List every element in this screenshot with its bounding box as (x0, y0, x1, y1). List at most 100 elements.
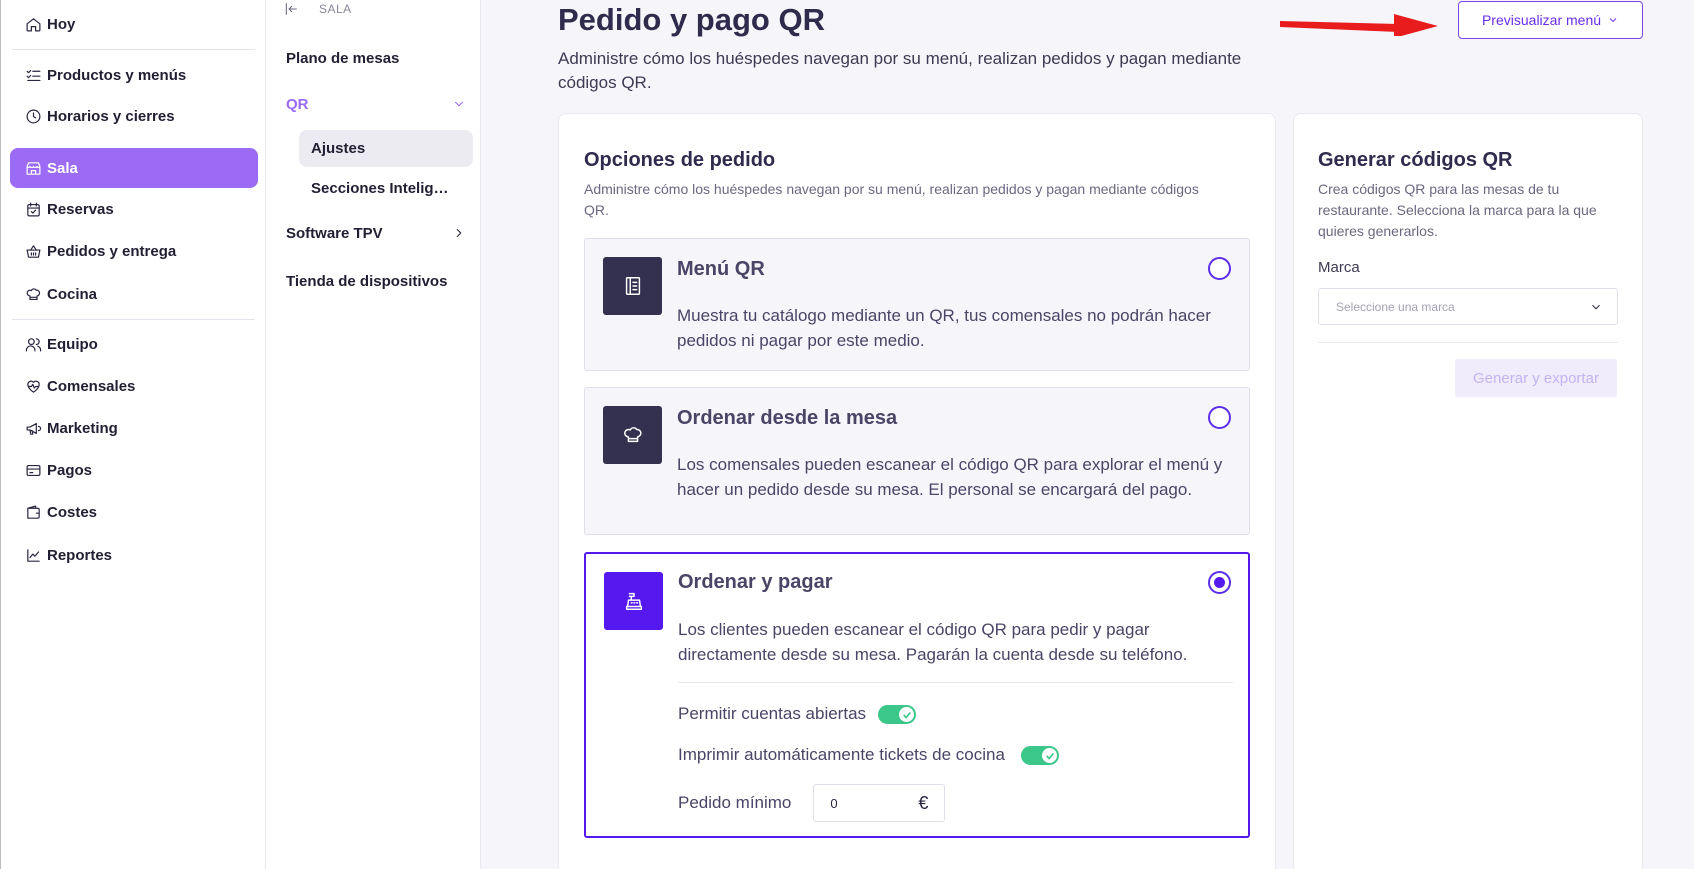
subnav-item-tienda[interactable]: Tienda de dispositivos (286, 264, 466, 298)
subnav-item-label: QR (286, 95, 309, 113)
option-radio-menu-qr[interactable] (1208, 257, 1231, 280)
cash-register-icon (604, 572, 663, 630)
sidebar-item-label: Costes (47, 503, 98, 521)
home-icon (23, 14, 43, 34)
main-sidebar: Hoy Productos y menús Horarios y cierres… (0, 0, 266, 869)
sidebar-item-label: Sala (47, 159, 78, 177)
subnav-item-software-tpv[interactable]: Software TPV (286, 216, 466, 250)
collapse-sidebar-icon[interactable] (283, 1, 299, 17)
sidebar-item-hoy[interactable]: Hoy (10, 4, 258, 44)
subnav-item-label: Secciones Inteligentes (311, 180, 453, 197)
open-accounts-row: Permitir cuentas abiertas (678, 704, 917, 724)
subnav-item-label: Software TPV (286, 224, 383, 242)
sidebar-item-comensales[interactable]: Comensales (10, 366, 258, 406)
chart-line-icon (23, 545, 43, 565)
sidebar-item-cocina[interactable]: Cocina (10, 274, 258, 314)
sidebar-item-productos[interactable]: Productos y menús (10, 55, 258, 95)
chevron-down-icon (454, 101, 464, 107)
currency-symbol: € (918, 792, 929, 813)
sidebar-item-label: Horarios y cierres (47, 107, 175, 125)
sidebar-item-label: Pagos (47, 461, 93, 479)
sidebar-item-label: Comensales (47, 377, 136, 395)
subnav-section-label: SALA (319, 2, 352, 16)
menu-book-icon (603, 257, 662, 315)
chevron-down-icon (1609, 18, 1617, 23)
option-description: Los clientes pueden escanear el código Q… (678, 620, 1188, 664)
page-subtitle: Administre cómo los huéspedes navegan po… (558, 49, 1242, 92)
users-icon (23, 334, 43, 354)
annotation-arrow-icon (1280, 14, 1438, 36)
subnav-item-qr[interactable]: QR (286, 87, 466, 121)
sidebar-item-reservas[interactable]: Reservas (10, 189, 258, 229)
option-menu-qr[interactable]: Menú QR Muestra tu catálogo mediante un … (584, 238, 1250, 371)
order-options-title: Opciones de pedido (584, 149, 776, 171)
credit-card-icon (23, 460, 43, 480)
order-options-subtitle: Administre cómo los huéspedes navegan po… (584, 181, 1199, 218)
option-ordenar-pagar[interactable]: Ordenar y pagar Los clientes pueden esca… (584, 552, 1250, 838)
page-title: Pedido y pago QR (558, 2, 825, 37)
sidebar-item-marketing[interactable]: Marketing (10, 408, 258, 448)
option-title: Ordenar desde la mesa (677, 407, 898, 429)
sidebar-divider (12, 49, 255, 50)
qr-generator-subtitle: Crea códigos QR para las mesas de tu res… (1318, 181, 1597, 239)
kitchen-tickets-row: Imprimir automáticamente tickets de coci… (678, 745, 1059, 765)
option-title: Menú QR (677, 258, 765, 280)
store-icon (23, 158, 43, 178)
min-order-label: Pedido mínimo (678, 793, 792, 812)
sidebar-item-pedidos[interactable]: Pedidos y entrega (10, 231, 258, 271)
list-check-icon (23, 65, 43, 85)
min-order-value: 0 (830, 795, 838, 811)
preview-menu-button[interactable]: Previsualizar menú (1458, 1, 1643, 39)
preview-menu-label: Previsualizar menú (1481, 12, 1602, 28)
sidebar-item-label: Productos y menús (47, 66, 187, 84)
option-description: Los comensales pueden escanear el código… (677, 455, 1223, 499)
subnav-header: SALA (283, 0, 352, 18)
brand-select-placeholder: Seleccione una marca (1336, 299, 1455, 314)
calendar-check-icon (23, 199, 43, 219)
option-ordenar-mesa[interactable]: Ordenar desde la mesa Los comensales pue… (584, 387, 1250, 535)
option-title: Ordenar y pagar (678, 571, 833, 593)
sidebar-item-equipo[interactable]: Equipo (10, 324, 258, 364)
open-accounts-toggle[interactable] (878, 704, 917, 724)
subnav-item-ajustes[interactable]: Ajustes (299, 130, 473, 167)
check-icon (1045, 752, 1054, 760)
clock-icon (23, 106, 43, 126)
sidebar-item-label: Reservas (47, 200, 114, 218)
brand-select[interactable]: Seleccione una marca (1318, 288, 1618, 325)
option-radio-ordenar-mesa[interactable] (1208, 406, 1231, 429)
min-order-input[interactable]: 0 € (813, 784, 946, 822)
sidebar-divider (12, 319, 255, 320)
kitchen-tickets-toggle[interactable] (1020, 745, 1059, 765)
sidebar-item-horarios[interactable]: Horarios y cierres (10, 96, 258, 136)
sidebar-item-label: Reportes (47, 546, 113, 564)
chef-hat-icon (23, 284, 43, 304)
sidebar-item-reportes[interactable]: Reportes (10, 535, 258, 575)
brand-label: Marca (1318, 259, 1360, 276)
chevron-right-icon (456, 228, 462, 238)
chef-hat-icon (603, 406, 662, 464)
subnav-item-secciones-inteligentes[interactable]: Secciones Inteligentes (299, 170, 473, 207)
sidebar-item-sala[interactable]: Sala (10, 148, 258, 188)
qr-generator-title: Generar códigos QR (1318, 149, 1513, 171)
sidebar-item-label: Hoy (47, 15, 76, 33)
option-description: Muestra tu catálogo mediante un QR, tus … (677, 306, 1211, 350)
sidebar-item-label: Marketing (47, 419, 118, 437)
subnav-item-plano-mesas[interactable]: Plano de mesas (286, 41, 466, 75)
sidebar-item-costes[interactable]: Costes (10, 492, 258, 532)
settings-divider (678, 682, 1233, 683)
check-icon (903, 711, 912, 719)
heart-pulse-icon (23, 376, 43, 396)
chevron-down-icon (1592, 304, 1600, 309)
sidebar-item-label: Equipo (47, 335, 98, 353)
sidebar-item-label: Pedidos y entrega (47, 242, 177, 260)
basket-icon (23, 241, 43, 261)
wallet-icon (23, 502, 43, 522)
sidebar-item-pagos[interactable]: Pagos (10, 450, 258, 490)
megaphone-icon (23, 418, 43, 438)
kitchen-tickets-label: Imprimir automáticamente tickets de coci… (678, 745, 1005, 764)
min-order-row: Pedido mínimo 0 € (678, 784, 946, 822)
option-radio-ordenar-pagar[interactable] (1208, 571, 1231, 594)
sidebar-item-label: Cocina (47, 285, 98, 303)
generate-export-button[interactable]: Generar y exportar (1455, 359, 1617, 397)
open-accounts-label: Permitir cuentas abiertas (678, 704, 867, 723)
